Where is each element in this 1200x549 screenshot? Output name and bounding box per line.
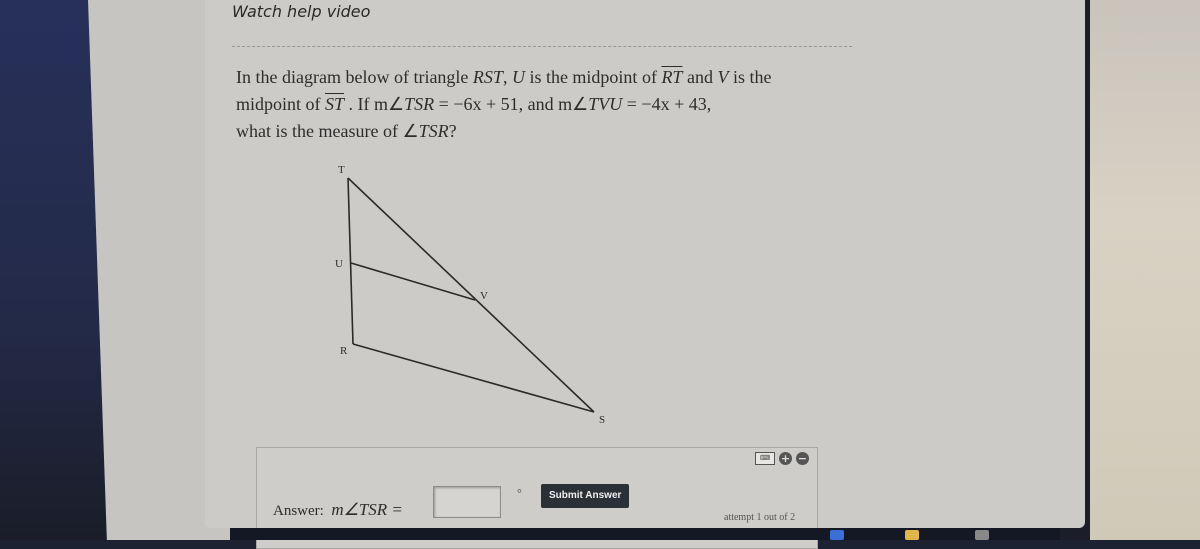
zoom-out-button[interactable]: − [796,452,809,465]
q-text: , [502,67,512,87]
q-text: . If m∠ [344,94,405,114]
background-room [1090,0,1200,540]
segment-TR [347,177,354,345]
q-var: V [717,67,729,87]
q-text: midpoint of [236,94,325,114]
taskbar [230,528,1060,540]
label-S: S [599,414,605,426]
divider [232,46,852,47]
q-text: is the midpoint of [524,67,662,87]
taskbar-app-icon[interactable] [975,530,989,540]
label-T: T [338,164,345,176]
q-var: RST [472,67,503,87]
q-segment: RT [661,67,683,87]
answer-tools: ⌨ + − [755,452,809,465]
submit-answer-button[interactable]: Submit Answer [541,484,630,508]
q-text: what is the measure of ∠ [236,121,419,141]
answer-input[interactable] [433,486,501,518]
answer-expression: m∠TSR = [331,500,403,519]
label-R: R [340,345,348,357]
label-U: U [335,258,343,270]
q-text: = −4x + 43, [622,94,712,114]
q-var: TVU [588,94,623,114]
q-text: is the [728,67,772,87]
label-V: V [480,290,488,302]
keyboard-icon[interactable]: ⌨ [755,452,775,465]
answer-prefix: Answer: [273,503,324,519]
taskbar-app-icon[interactable] [830,530,844,540]
degree-symbol: ° [517,486,522,500]
attempt-counter: attempt 1 out of 2 [724,512,796,523]
q-var: TSR [418,121,449,141]
q-var: U [511,67,525,87]
zoom-in-button[interactable]: + [779,452,792,465]
watch-help-video-link[interactable]: Watch help video [232,2,370,21]
q-text: = −6x + 51, and m∠ [434,94,589,114]
q-var: TSR [404,94,435,114]
q-text: and [682,67,718,87]
question-text: In the diagram below of triangle RST, U … [236,64,876,145]
triangle-diagram: T U V R S [335,164,605,426]
taskbar-app-icon[interactable] [905,530,919,540]
q-text: In the diagram below of triangle [236,67,473,87]
q-text: ? [448,121,457,141]
answer-label: Answer: m∠TSR = [273,500,403,520]
q-segment: ST [325,94,345,114]
